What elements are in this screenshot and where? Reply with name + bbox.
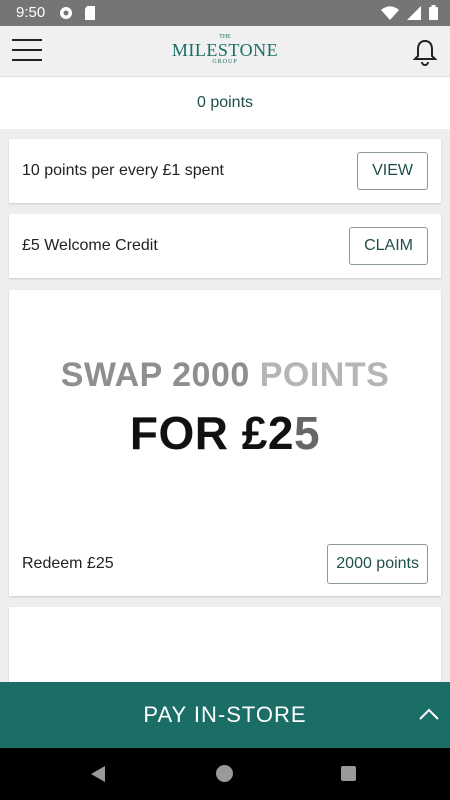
back-icon[interactable] — [90, 765, 106, 783]
sd-card-icon — [85, 6, 95, 20]
chevron-up-icon[interactable] — [418, 704, 440, 726]
milestone-logo: THE MILESTONE GROUP — [171, 34, 279, 65]
status-bar: 9:50 — [0, 0, 450, 26]
offer-label: 10 points per every £1 spent — [22, 162, 224, 179]
promo-headline-1: SWAP 2000 POINTS — [60, 356, 390, 394]
view-button[interactable]: VIEW — [357, 152, 428, 190]
settings-icon — [60, 7, 72, 19]
system-nav-bar — [0, 748, 450, 800]
points-balance: 0 points — [0, 77, 450, 129]
redeem-points-button[interactable]: 2000 points — [327, 544, 428, 584]
status-time: 9:50 — [16, 4, 46, 21]
battery-icon — [429, 5, 438, 20]
wifi-icon — [381, 5, 399, 20]
menu-icon[interactable] — [12, 39, 42, 63]
offer-card-welcome-credit: £5 Welcome Credit CLAIM — [9, 214, 441, 278]
promo-headline-2: FOR £25 — [129, 407, 321, 459]
signal-icon — [407, 5, 421, 20]
pay-in-store-label: PAY IN-STORE — [143, 702, 307, 727]
next-card — [9, 607, 441, 687]
home-icon[interactable] — [216, 765, 233, 782]
redeem-label: Redeem £25 — [22, 555, 114, 572]
notification-bell-icon[interactable] — [412, 38, 438, 66]
pay-in-store-bar[interactable]: PAY IN-STORE — [0, 682, 450, 748]
claim-button[interactable]: CLAIM — [349, 227, 428, 265]
recents-icon[interactable] — [341, 766, 356, 781]
app-bar: THE MILESTONE GROUP — [0, 26, 450, 77]
offer-label: £5 Welcome Credit — [22, 237, 158, 254]
offer-card-points-rate: 10 points per every £1 spent VIEW — [9, 139, 441, 203]
